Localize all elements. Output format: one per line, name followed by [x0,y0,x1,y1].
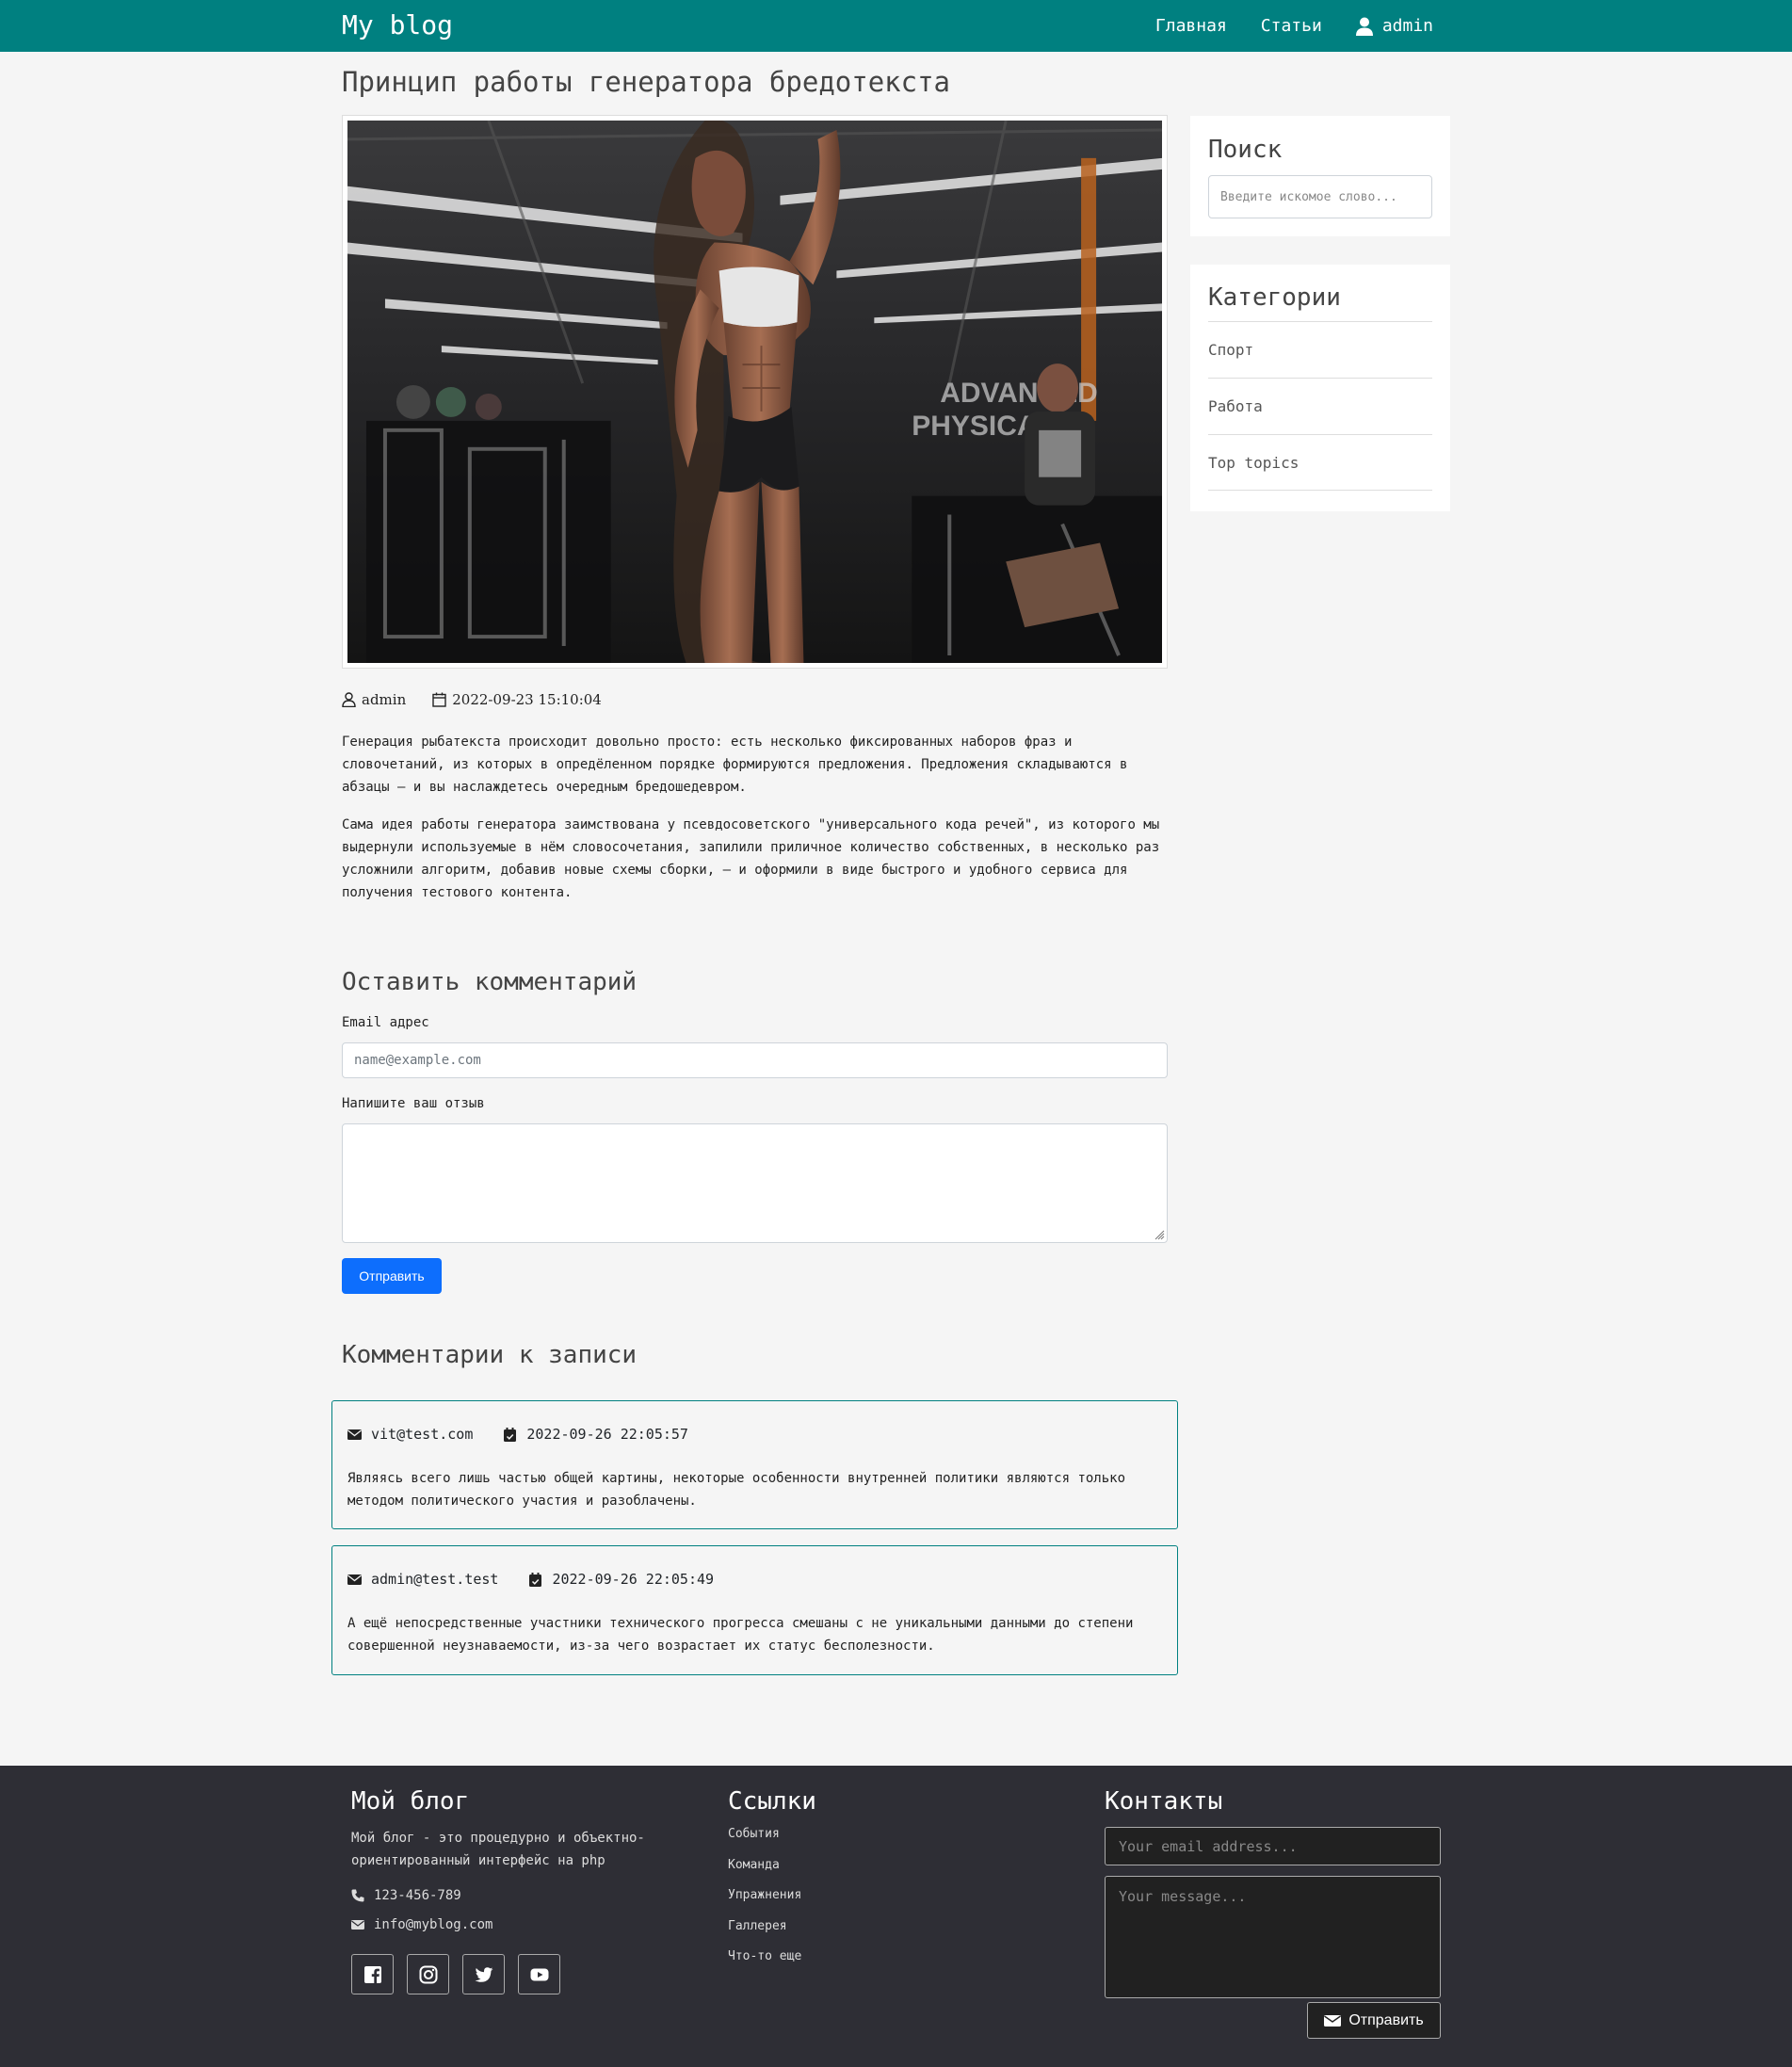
email-field[interactable]: name@example.com [342,1042,1168,1078]
twitter-icon [475,1966,492,1982]
article-date: 2022-09-23 15:10:04 [432,691,602,708]
comment-author: vit@test.com [347,1426,473,1443]
facebook-button[interactable] [351,1954,394,1994]
footer-link-team[interactable]: Команда [728,1858,801,1889]
footer-contacts-title: Контакты [1105,1787,1223,1816]
nav-link-home[interactable]: Главная [1155,16,1227,36]
footer-email: info@myblog.com [351,1917,492,1932]
article-author: admin [342,691,406,708]
footer-submit-label: Отправить [1348,2011,1424,2028]
category-link-top-topics[interactable]: Top topics [1208,434,1432,491]
resize-grip-icon[interactable] [1154,1229,1165,1240]
footer [0,1766,1792,2067]
comment-card: vit@test.com 2022-09-26 22:05:57 Являясь… [331,1400,1178,1529]
email-label: Email адрес [342,1015,429,1030]
comment-header: admin@test.test 2022-09-26 22:05:49 [347,1571,714,1588]
category-link-sport[interactable]: Спорт [1208,321,1432,378]
footer-phone: 123-456-789 [351,1888,461,1903]
submit-comment-button[interactable]: Отправить [342,1258,442,1294]
calendar-icon [432,692,446,707]
envelope-icon [351,1920,364,1930]
message-textarea[interactable] [342,1123,1168,1243]
message-label: Напишите ваш отзыв [342,1096,485,1111]
footer-phone-value: 123-456-789 [374,1888,461,1903]
footer-link-gallery[interactable]: Галлерея [728,1919,801,1950]
article-image: ADVANCED PHYSICAL [342,115,1168,669]
footer-links-title: Ссылки [728,1787,816,1816]
youtube-button[interactable] [518,1954,560,1994]
comment-date-value: 2022-09-26 22:05:57 [526,1426,688,1443]
facebook-icon [363,1965,381,1983]
calendar-check-icon [529,1572,542,1587]
nav-links: Главная Статьи admin [1155,0,1433,52]
categories-title: Категории [1208,283,1341,312]
comment-card: admin@test.test 2022-09-26 22:05:49 А ещ… [331,1545,1178,1675]
comment-email: admin@test.test [371,1571,499,1588]
envelope-icon [347,1574,362,1585]
comment-email: vit@test.com [371,1426,474,1443]
comment-text: А ещё непосредственные участники техниче… [347,1616,1134,1654]
user-outline-icon [342,692,356,707]
nav-link-user[interactable]: admin [1355,16,1433,36]
user-icon [1355,17,1373,36]
footer-links: События Команда Упражнения Галлерея Что-… [728,1827,801,1980]
nav-user-label: admin [1381,16,1433,36]
footer-link-other[interactable]: Что-то еще [728,1949,801,1980]
instagram-button[interactable] [407,1954,449,1994]
article-meta: admin 2022-09-23 15:10:04 [342,691,602,708]
comment-text: Являясь всего лишь частью общей картины,… [347,1471,1126,1509]
article-title: Принцип работы генератора бредотекста [342,66,951,98]
category-link-work[interactable]: Работа [1208,378,1432,434]
footer-link-exercises[interactable]: Упражнения [728,1888,801,1919]
comment-date: 2022-09-26 22:05:49 [528,1571,714,1588]
comment-header: vit@test.com 2022-09-26 22:05:57 [347,1426,688,1443]
instagram-icon [419,1965,437,1983]
search-input[interactable]: Введите искомое слово... [1208,175,1432,218]
envelope-icon [1324,2014,1342,2027]
footer-about-title: Мой блог [351,1787,470,1816]
footer-about-text: Мой блог - это процедурно и объектно-ори… [351,1831,645,1868]
comment-form-title: Оставить комментарий [342,968,638,996]
article-paragraph: Генерация рыбатекста происходит довольно… [342,735,1128,795]
article-body: Генерация рыбатекста происходит довольно… [342,731,1170,919]
comment-date-value: 2022-09-26 22:05:49 [552,1571,715,1588]
search-card: Поиск Введите искомое слово... [1190,116,1450,236]
article-paragraph: Сама идея работы генератора заимствована… [342,817,1160,900]
twitter-button[interactable] [462,1954,505,1994]
gym-photo: ADVANCED PHYSICAL [347,121,1162,663]
nav-link-articles[interactable]: Статьи [1261,16,1322,36]
calendar-check-icon [504,1427,517,1442]
footer-submit-button[interactable]: Отправить [1307,2002,1441,2039]
footer-message-textarea[interactable]: Your message... [1105,1876,1441,1998]
youtube-icon [530,1968,548,1980]
phone-icon [351,1889,364,1902]
site-brand[interactable]: My blog [342,8,453,42]
article-date-value: 2022-09-23 15:10:04 [452,691,602,708]
footer-link-events[interactable]: События [728,1827,801,1858]
envelope-icon [347,1429,362,1440]
footer-email-input[interactable]: Your email address... [1105,1827,1441,1865]
social-links [351,1954,560,1994]
comment-date: 2022-09-26 22:05:57 [503,1426,688,1443]
categories-card: Категории Спорт Работа Top topics [1190,265,1450,511]
footer-email-value: info@myblog.com [374,1917,493,1932]
comments-title: Комментарии к записи [342,1341,638,1369]
top-navbar: My blog Главная Статьи admin [0,0,1792,52]
search-title: Поиск [1208,136,1283,164]
comment-author: admin@test.test [347,1571,498,1588]
category-list: Спорт Работа Top topics [1208,321,1432,491]
article-author-name: admin [362,691,407,708]
